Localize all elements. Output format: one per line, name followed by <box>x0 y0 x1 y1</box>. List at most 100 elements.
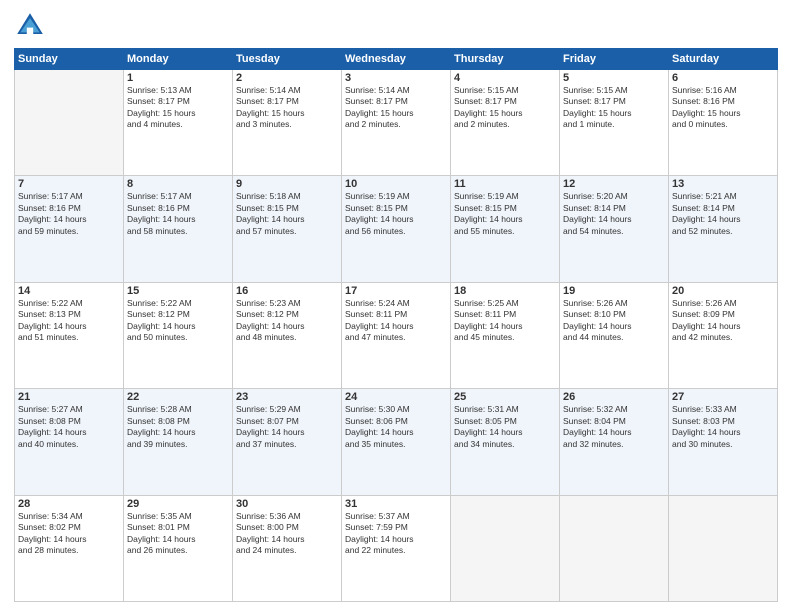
calendar-cell: 16Sunrise: 5:23 AM Sunset: 8:12 PM Dayli… <box>233 282 342 388</box>
calendar-cell: 14Sunrise: 5:22 AM Sunset: 8:13 PM Dayli… <box>15 282 124 388</box>
day-number: 31 <box>345 498 447 510</box>
calendar-cell: 6Sunrise: 5:16 AM Sunset: 8:16 PM Daylig… <box>669 70 778 176</box>
day-info: Sunrise: 5:24 AM Sunset: 8:11 PM Dayligh… <box>345 298 447 344</box>
calendar-cell: 22Sunrise: 5:28 AM Sunset: 8:08 PM Dayli… <box>124 389 233 495</box>
calendar-cell: 18Sunrise: 5:25 AM Sunset: 8:11 PM Dayli… <box>451 282 560 388</box>
calendar-cell <box>15 70 124 176</box>
calendar-cell: 7Sunrise: 5:17 AM Sunset: 8:16 PM Daylig… <box>15 176 124 282</box>
day-number: 23 <box>236 391 338 403</box>
day-number: 4 <box>454 72 556 84</box>
weekday-header: Monday <box>124 49 233 70</box>
day-info: Sunrise: 5:13 AM Sunset: 8:17 PM Dayligh… <box>127 85 229 131</box>
day-info: Sunrise: 5:19 AM Sunset: 8:15 PM Dayligh… <box>345 191 447 237</box>
day-info: Sunrise: 5:37 AM Sunset: 7:59 PM Dayligh… <box>345 511 447 557</box>
day-number: 28 <box>18 498 120 510</box>
page: SundayMondayTuesdayWednesdayThursdayFrid… <box>0 0 792 612</box>
logo <box>14 10 50 42</box>
day-number: 17 <box>345 285 447 297</box>
day-number: 24 <box>345 391 447 403</box>
calendar-cell: 17Sunrise: 5:24 AM Sunset: 8:11 PM Dayli… <box>342 282 451 388</box>
calendar-cell: 19Sunrise: 5:26 AM Sunset: 8:10 PM Dayli… <box>560 282 669 388</box>
day-info: Sunrise: 5:15 AM Sunset: 8:17 PM Dayligh… <box>563 85 665 131</box>
calendar-cell: 9Sunrise: 5:18 AM Sunset: 8:15 PM Daylig… <box>233 176 342 282</box>
logo-icon <box>14 10 46 42</box>
day-number: 20 <box>672 285 774 297</box>
day-info: Sunrise: 5:29 AM Sunset: 8:07 PM Dayligh… <box>236 404 338 450</box>
calendar-cell: 23Sunrise: 5:29 AM Sunset: 8:07 PM Dayli… <box>233 389 342 495</box>
day-number: 26 <box>563 391 665 403</box>
day-number: 13 <box>672 178 774 190</box>
calendar-table: SundayMondayTuesdayWednesdayThursdayFrid… <box>14 48 778 602</box>
day-info: Sunrise: 5:36 AM Sunset: 8:00 PM Dayligh… <box>236 511 338 557</box>
day-number: 25 <box>454 391 556 403</box>
day-info: Sunrise: 5:25 AM Sunset: 8:11 PM Dayligh… <box>454 298 556 344</box>
day-number: 10 <box>345 178 447 190</box>
day-number: 12 <box>563 178 665 190</box>
day-info: Sunrise: 5:20 AM Sunset: 8:14 PM Dayligh… <box>563 191 665 237</box>
day-number: 30 <box>236 498 338 510</box>
day-number: 14 <box>18 285 120 297</box>
calendar-cell <box>560 495 669 601</box>
day-number: 22 <box>127 391 229 403</box>
day-number: 3 <box>345 72 447 84</box>
day-number: 15 <box>127 285 229 297</box>
weekday-header: Friday <box>560 49 669 70</box>
header <box>14 10 778 42</box>
day-info: Sunrise: 5:35 AM Sunset: 8:01 PM Dayligh… <box>127 511 229 557</box>
calendar-cell: 3Sunrise: 5:14 AM Sunset: 8:17 PM Daylig… <box>342 70 451 176</box>
calendar-cell: 12Sunrise: 5:20 AM Sunset: 8:14 PM Dayli… <box>560 176 669 282</box>
weekday-header: Sunday <box>15 49 124 70</box>
day-number: 1 <box>127 72 229 84</box>
day-number: 6 <box>672 72 774 84</box>
day-info: Sunrise: 5:31 AM Sunset: 8:05 PM Dayligh… <box>454 404 556 450</box>
calendar-cell: 26Sunrise: 5:32 AM Sunset: 8:04 PM Dayli… <box>560 389 669 495</box>
day-number: 21 <box>18 391 120 403</box>
day-number: 5 <box>563 72 665 84</box>
day-number: 29 <box>127 498 229 510</box>
day-info: Sunrise: 5:34 AM Sunset: 8:02 PM Dayligh… <box>18 511 120 557</box>
day-info: Sunrise: 5:33 AM Sunset: 8:03 PM Dayligh… <box>672 404 774 450</box>
day-number: 11 <box>454 178 556 190</box>
day-info: Sunrise: 5:26 AM Sunset: 8:10 PM Dayligh… <box>563 298 665 344</box>
day-info: Sunrise: 5:17 AM Sunset: 8:16 PM Dayligh… <box>127 191 229 237</box>
calendar-cell: 2Sunrise: 5:14 AM Sunset: 8:17 PM Daylig… <box>233 70 342 176</box>
calendar-cell: 11Sunrise: 5:19 AM Sunset: 8:15 PM Dayli… <box>451 176 560 282</box>
calendar-cell <box>451 495 560 601</box>
day-number: 18 <box>454 285 556 297</box>
calendar-cell: 10Sunrise: 5:19 AM Sunset: 8:15 PM Dayli… <box>342 176 451 282</box>
calendar-cell: 30Sunrise: 5:36 AM Sunset: 8:00 PM Dayli… <box>233 495 342 601</box>
weekday-header: Saturday <box>669 49 778 70</box>
calendar-cell: 27Sunrise: 5:33 AM Sunset: 8:03 PM Dayli… <box>669 389 778 495</box>
calendar-cell: 25Sunrise: 5:31 AM Sunset: 8:05 PM Dayli… <box>451 389 560 495</box>
day-info: Sunrise: 5:28 AM Sunset: 8:08 PM Dayligh… <box>127 404 229 450</box>
day-info: Sunrise: 5:14 AM Sunset: 8:17 PM Dayligh… <box>236 85 338 131</box>
weekday-header: Tuesday <box>233 49 342 70</box>
day-info: Sunrise: 5:18 AM Sunset: 8:15 PM Dayligh… <box>236 191 338 237</box>
day-info: Sunrise: 5:32 AM Sunset: 8:04 PM Dayligh… <box>563 404 665 450</box>
calendar-cell: 5Sunrise: 5:15 AM Sunset: 8:17 PM Daylig… <box>560 70 669 176</box>
calendar-cell: 15Sunrise: 5:22 AM Sunset: 8:12 PM Dayli… <box>124 282 233 388</box>
calendar-cell: 4Sunrise: 5:15 AM Sunset: 8:17 PM Daylig… <box>451 70 560 176</box>
day-number: 8 <box>127 178 229 190</box>
day-info: Sunrise: 5:22 AM Sunset: 8:13 PM Dayligh… <box>18 298 120 344</box>
day-info: Sunrise: 5:17 AM Sunset: 8:16 PM Dayligh… <box>18 191 120 237</box>
day-info: Sunrise: 5:30 AM Sunset: 8:06 PM Dayligh… <box>345 404 447 450</box>
day-number: 9 <box>236 178 338 190</box>
day-info: Sunrise: 5:16 AM Sunset: 8:16 PM Dayligh… <box>672 85 774 131</box>
calendar-cell: 1Sunrise: 5:13 AM Sunset: 8:17 PM Daylig… <box>124 70 233 176</box>
calendar-cell: 13Sunrise: 5:21 AM Sunset: 8:14 PM Dayli… <box>669 176 778 282</box>
weekday-header: Wednesday <box>342 49 451 70</box>
day-info: Sunrise: 5:26 AM Sunset: 8:09 PM Dayligh… <box>672 298 774 344</box>
weekday-header: Thursday <box>451 49 560 70</box>
day-number: 16 <box>236 285 338 297</box>
calendar-cell: 21Sunrise: 5:27 AM Sunset: 8:08 PM Dayli… <box>15 389 124 495</box>
calendar-cell: 20Sunrise: 5:26 AM Sunset: 8:09 PM Dayli… <box>669 282 778 388</box>
calendar-cell: 8Sunrise: 5:17 AM Sunset: 8:16 PM Daylig… <box>124 176 233 282</box>
day-info: Sunrise: 5:19 AM Sunset: 8:15 PM Dayligh… <box>454 191 556 237</box>
day-number: 27 <box>672 391 774 403</box>
day-number: 2 <box>236 72 338 84</box>
day-info: Sunrise: 5:21 AM Sunset: 8:14 PM Dayligh… <box>672 191 774 237</box>
day-number: 19 <box>563 285 665 297</box>
calendar-cell: 31Sunrise: 5:37 AM Sunset: 7:59 PM Dayli… <box>342 495 451 601</box>
day-info: Sunrise: 5:23 AM Sunset: 8:12 PM Dayligh… <box>236 298 338 344</box>
